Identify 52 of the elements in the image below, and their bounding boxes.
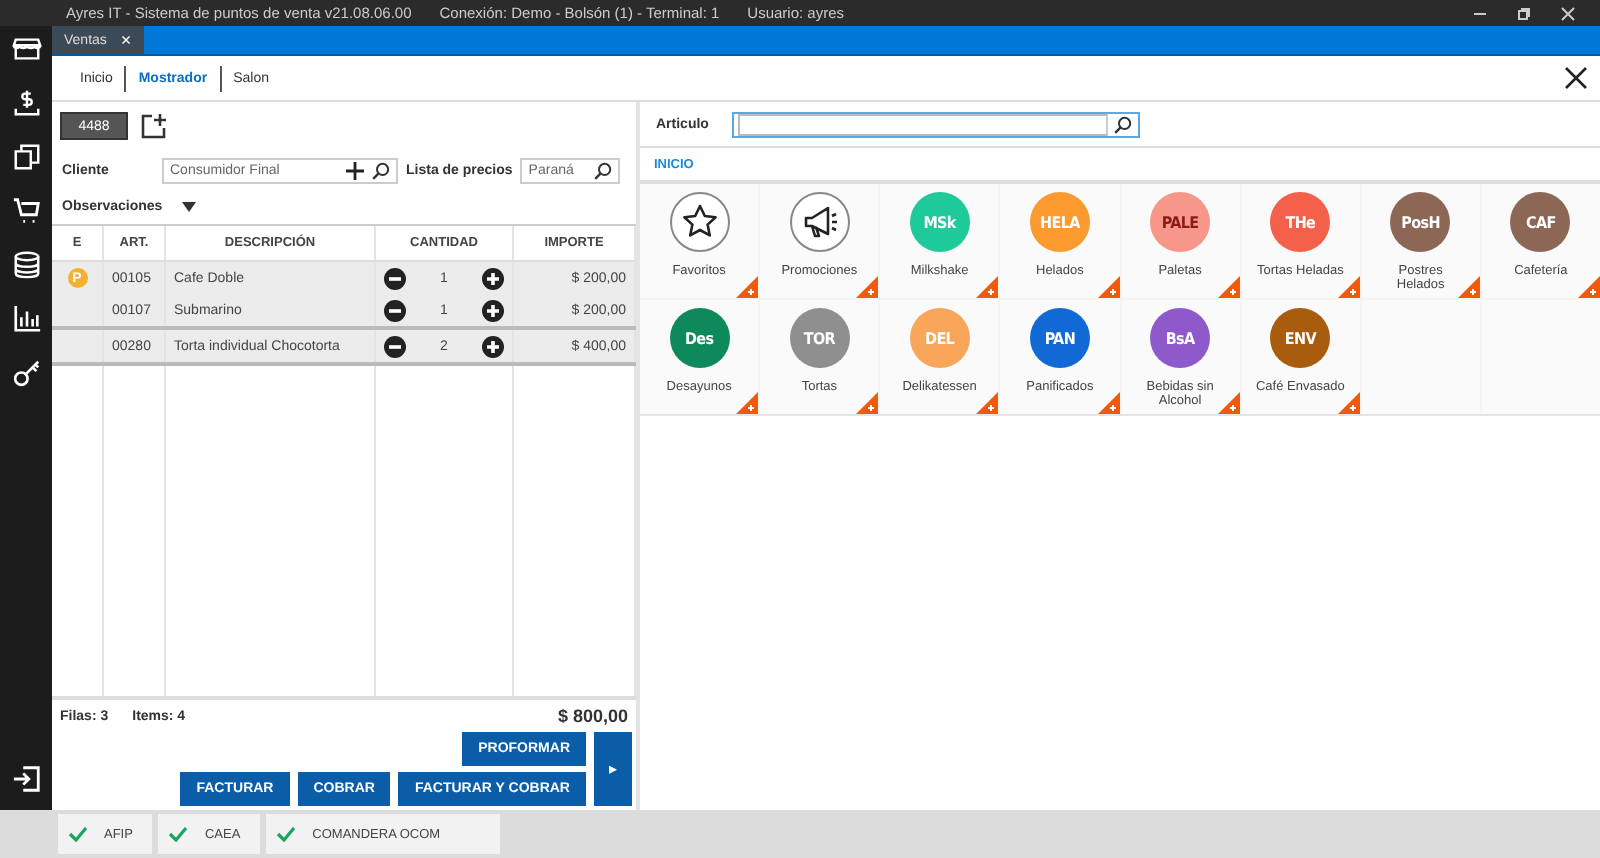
- dropdown-caret-icon[interactable]: [182, 202, 197, 212]
- add-corner-icon[interactable]: [1097, 276, 1119, 298]
- add-corner-icon[interactable]: [1457, 276, 1480, 298]
- add-corner-icon[interactable]: [856, 392, 879, 414]
- add-corner-icon[interactable]: [976, 276, 999, 298]
- category-code-badge: DEL: [909, 308, 970, 368]
- category-code-badge: Des: [669, 308, 730, 368]
- add-corner-icon[interactable]: [1097, 392, 1119, 414]
- store-icon[interactable]: [11, 34, 41, 64]
- restore-icon[interactable]: [1516, 5, 1532, 21]
- category-code-badge: ENV: [1270, 308, 1331, 368]
- add-corner-icon[interactable]: [856, 276, 879, 298]
- new-order-icon[interactable]: [140, 112, 168, 140]
- copy-icon[interactable]: [11, 142, 41, 172]
- category-code-badge: CAF: [1510, 192, 1571, 252]
- minus-icon[interactable]: [384, 335, 406, 357]
- add-corner-icon[interactable]: [736, 392, 759, 414]
- cart-icon[interactable]: [11, 196, 41, 226]
- category-code-badge: MSk: [909, 192, 970, 252]
- key-icon[interactable]: [11, 358, 41, 388]
- total-amount: $ 800,00: [557, 706, 628, 726]
- category-code-badge: BsA: [1150, 308, 1211, 368]
- plus-icon[interactable]: [482, 299, 504, 321]
- add-corner-icon[interactable]: [1337, 276, 1360, 298]
- category-code-badge: PAN: [1029, 308, 1090, 368]
- plus-icon[interactable]: [482, 335, 504, 357]
- megaphone-icon: [789, 192, 850, 252]
- logout-icon[interactable]: [11, 764, 41, 794]
- chart-icon[interactable]: [11, 304, 41, 334]
- category-code-badge: TOR: [789, 308, 850, 368]
- search-icon[interactable]: [594, 161, 613, 179]
- category-code-badge: PALE: [1150, 192, 1211, 252]
- add-corner-icon[interactable]: [1217, 392, 1240, 414]
- add-corner-icon[interactable]: [1578, 276, 1600, 298]
- search-icon[interactable]: [372, 161, 390, 179]
- category-code-badge: HELA: [1029, 192, 1090, 252]
- add-corner-icon[interactable]: [736, 276, 759, 298]
- category-code-badge: THe: [1270, 192, 1331, 252]
- close-icon[interactable]: [1564, 66, 1588, 90]
- plus-icon[interactable]: [482, 267, 504, 289]
- category-code-badge: PosH: [1390, 192, 1451, 252]
- search-icon[interactable]: [1114, 115, 1133, 133]
- minus-icon[interactable]: [384, 299, 406, 321]
- minus-icon[interactable]: [384, 267, 406, 289]
- add-corner-icon[interactable]: [1337, 392, 1360, 414]
- add-icon[interactable]: [346, 161, 364, 179]
- database-icon[interactable]: [11, 250, 41, 280]
- add-corner-icon[interactable]: [976, 392, 999, 414]
- article-search-field[interactable]: [732, 111, 1141, 137]
- more-button[interactable]: ▸: [594, 732, 632, 806]
- add-corner-icon[interactable]: [1217, 276, 1240, 298]
- money-icon[interactable]: [11, 88, 41, 118]
